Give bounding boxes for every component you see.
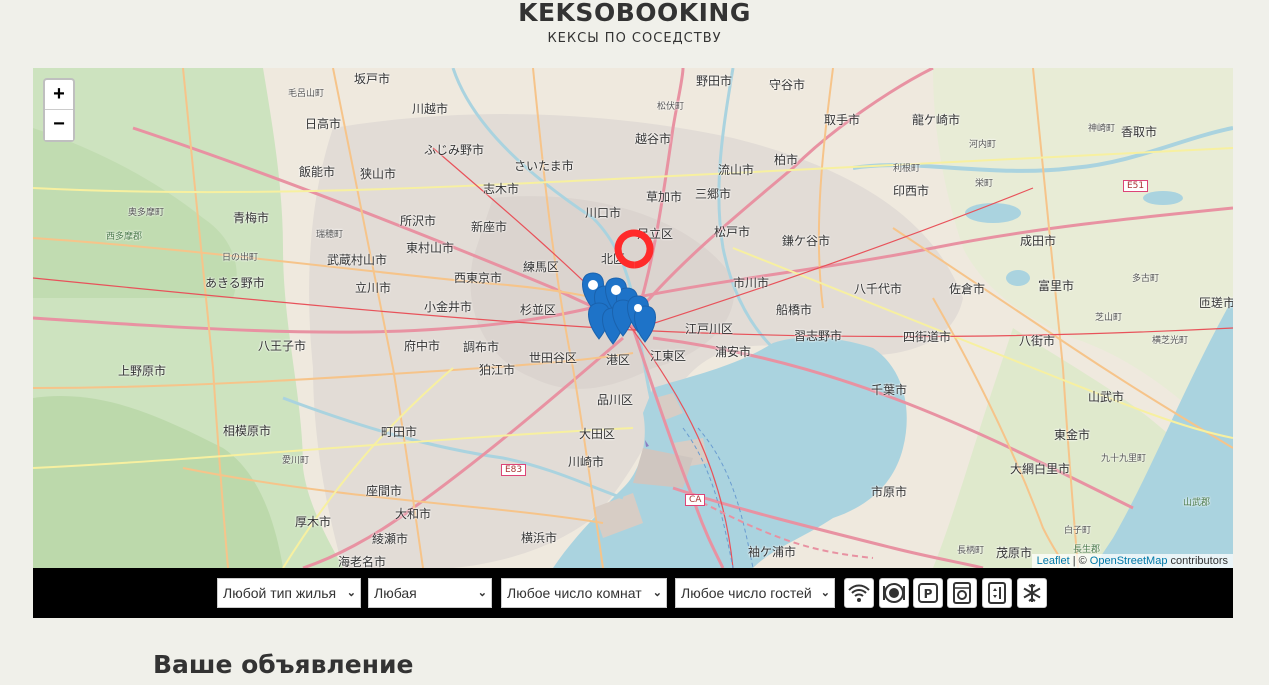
housing-type-value: Любой тип жилья xyxy=(223,585,337,601)
attribution-separator: | © xyxy=(1072,555,1087,567)
chevron-down-icon: ⌄ xyxy=(650,579,662,607)
tagline: КЕКСЫ ПО СОСЕДСТВУ xyxy=(547,31,722,46)
leaflet-link[interactable]: Leaflet xyxy=(1037,555,1070,567)
elevator-icon xyxy=(988,582,1006,604)
map-attribution: Leaflet | © OpenStreetMap contributors xyxy=(1031,554,1233,568)
feature-dishwasher[interactable] xyxy=(879,578,909,608)
price-select[interactable]: Любая ⌄ xyxy=(368,578,492,608)
housing-type-select[interactable]: Любой тип жилья ⌄ xyxy=(217,578,361,608)
feature-conditioner[interactable] xyxy=(1017,578,1047,608)
chevron-down-icon: ⌄ xyxy=(477,587,487,599)
chevron-down-icon: ⌄ xyxy=(346,587,356,599)
main-pin[interactable] xyxy=(614,229,654,269)
washer-icon xyxy=(953,582,971,604)
map-filters: Любой тип жилья ⌄ Любая ⌄ Любое число ко… xyxy=(33,568,1233,618)
guests-select[interactable]: Любое число гостей ⌄ xyxy=(675,578,835,608)
logo: KEKSOBOOKING xyxy=(518,0,751,27)
zoom-control: + − xyxy=(43,78,75,142)
zoom-out-button[interactable]: − xyxy=(45,110,73,140)
feature-washer[interactable] xyxy=(947,578,977,608)
svg-text:P: P xyxy=(924,587,933,601)
zoom-in-button[interactable]: + xyxy=(45,80,73,110)
map[interactable]: 坂戸市 毛呂山町 川越市 日高市 ふじみ野市 さいたま市 飯能市 狭山市 志木市… xyxy=(33,68,1233,568)
price-value: Любая xyxy=(374,585,417,601)
osm-link[interactable]: OpenStreetMap xyxy=(1090,555,1168,567)
chevron-down-icon: ⌄ xyxy=(818,579,830,607)
conditioner-icon xyxy=(1023,584,1041,602)
wifi-icon xyxy=(848,584,870,602)
feature-parking[interactable]: P xyxy=(913,578,943,608)
dishwasher-icon xyxy=(883,583,905,603)
attribution-contributors: contributors xyxy=(1170,555,1228,567)
map-markers xyxy=(582,229,656,345)
guests-value: Любое число гостей xyxy=(681,585,812,601)
feature-wifi[interactable] xyxy=(844,578,874,608)
ad-form-title: Ваше объявление xyxy=(153,650,414,679)
rooms-value: Любое число комнат xyxy=(507,585,642,601)
parking-icon: P xyxy=(918,583,938,603)
rooms-select[interactable]: Любое число комнат ⌄ xyxy=(501,578,667,608)
feature-elevator[interactable] xyxy=(982,578,1012,608)
